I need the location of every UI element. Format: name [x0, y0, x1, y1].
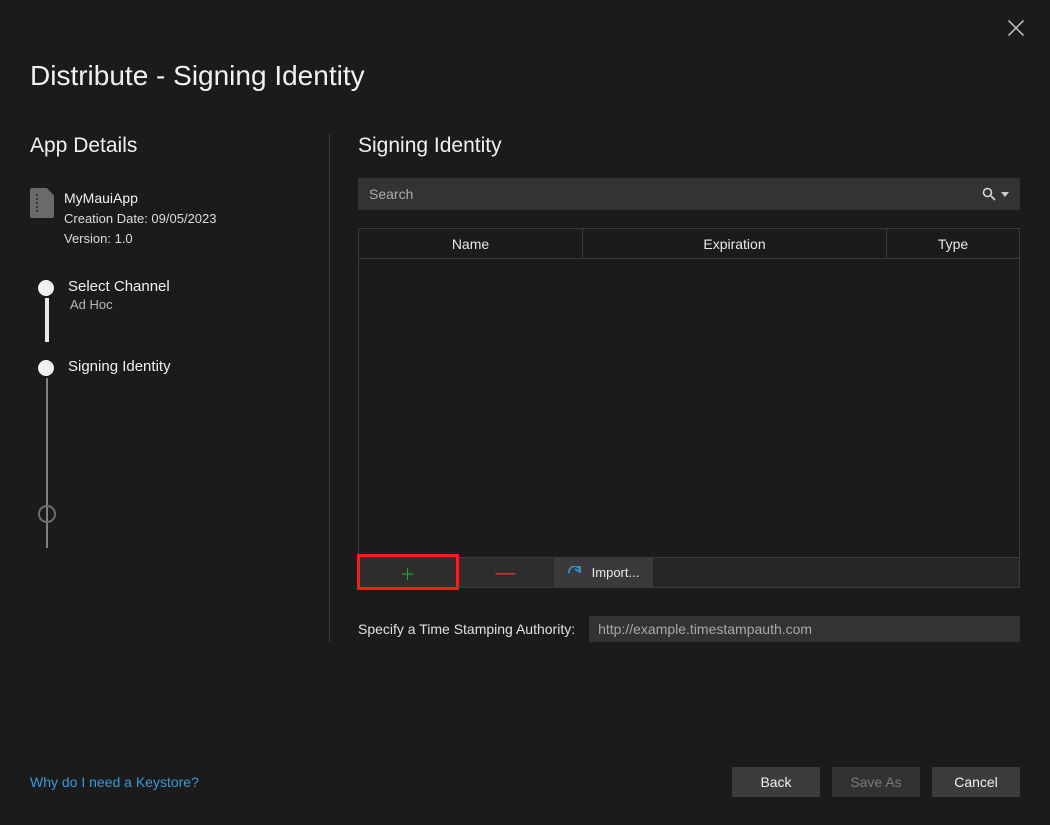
table-body-empty[interactable]	[359, 259, 1019, 557]
step-select-channel-sub: Ad Hoc	[70, 297, 301, 312]
column-expiration[interactable]: Expiration	[583, 229, 887, 258]
chevron-down-icon	[1001, 192, 1009, 197]
remove-identity-button[interactable]: —	[457, 558, 555, 587]
import-icon	[568, 566, 584, 580]
table-toolbar: ＋ — Import...	[359, 557, 1019, 587]
search-icon	[981, 186, 997, 202]
step-dot-icon	[38, 360, 54, 376]
step-signing-identity-title: Signing Identity	[68, 358, 301, 375]
step-select-channel[interactable]: Select Channel Ad Hoc	[38, 278, 301, 312]
content-row: App Details MyMauiApp Creation Date: 09/…	[0, 134, 1050, 642]
wizard-steps: Select Channel Ad Hoc Signing Identity	[38, 278, 301, 375]
column-name[interactable]: Name	[359, 229, 583, 258]
timestamp-authority-label: Specify a Time Stamping Authority:	[358, 621, 575, 637]
cancel-button[interactable]: Cancel	[932, 767, 1020, 797]
footer-buttons: Back Save As Cancel	[732, 767, 1020, 797]
step-dot-icon	[38, 505, 56, 523]
app-summary-lines: MyMauiApp Creation Date: 09/05/2023 Vers…	[64, 188, 217, 248]
step-connector	[45, 298, 49, 342]
timestamp-authority-row: Specify a Time Stamping Authority:	[358, 616, 1020, 642]
app-details-heading: App Details	[30, 134, 301, 158]
column-name-label: Name	[452, 236, 489, 252]
dialog-window: Distribute - Signing Identity App Detail…	[0, 0, 1050, 825]
back-button[interactable]: Back	[732, 767, 820, 797]
app-creation-date: Creation Date: 09/05/2023	[64, 209, 217, 229]
step-select-channel-title: Select Channel	[68, 278, 301, 295]
column-type[interactable]: Type	[887, 229, 1019, 258]
close-button[interactable]	[1006, 18, 1026, 38]
page-title: Distribute - Signing Identity	[0, 0, 1050, 92]
dialog-footer: Why do I need a Keystore? Back Save As C…	[30, 767, 1020, 797]
search-input[interactable]	[369, 186, 981, 202]
identity-table: Name Expiration Type ＋ —	[358, 228, 1020, 588]
keystore-help-link[interactable]: Why do I need a Keystore?	[30, 774, 199, 790]
step-signing-identity[interactable]: Signing Identity	[38, 358, 301, 375]
import-button-label: Import...	[592, 565, 640, 580]
plus-icon: ＋	[399, 561, 415, 585]
toolbar-spacer	[653, 558, 1019, 587]
step-dot-icon	[38, 280, 54, 296]
left-pane: App Details MyMauiApp Creation Date: 09/…	[30, 134, 330, 642]
signing-identity-heading: Signing Identity	[358, 134, 1020, 158]
archive-icon	[30, 188, 54, 218]
timestamp-authority-input[interactable]	[589, 616, 1020, 642]
search-options-button[interactable]	[981, 186, 1009, 202]
close-icon	[1006, 18, 1026, 38]
right-pane: Signing Identity Name Expiration Type	[330, 134, 1020, 642]
table-header: Name Expiration Type	[359, 229, 1019, 259]
column-type-label: Type	[938, 236, 968, 252]
app-name: MyMauiApp	[64, 188, 217, 209]
column-expiration-label: Expiration	[703, 236, 765, 252]
search-bar[interactable]	[358, 178, 1020, 210]
add-identity-button[interactable]: ＋	[359, 558, 457, 587]
save-as-button: Save As	[832, 767, 920, 797]
app-summary: MyMauiApp Creation Date: 09/05/2023 Vers…	[30, 188, 301, 248]
app-version: Version: 1.0	[64, 229, 217, 249]
import-identity-button[interactable]: Import...	[555, 558, 653, 587]
